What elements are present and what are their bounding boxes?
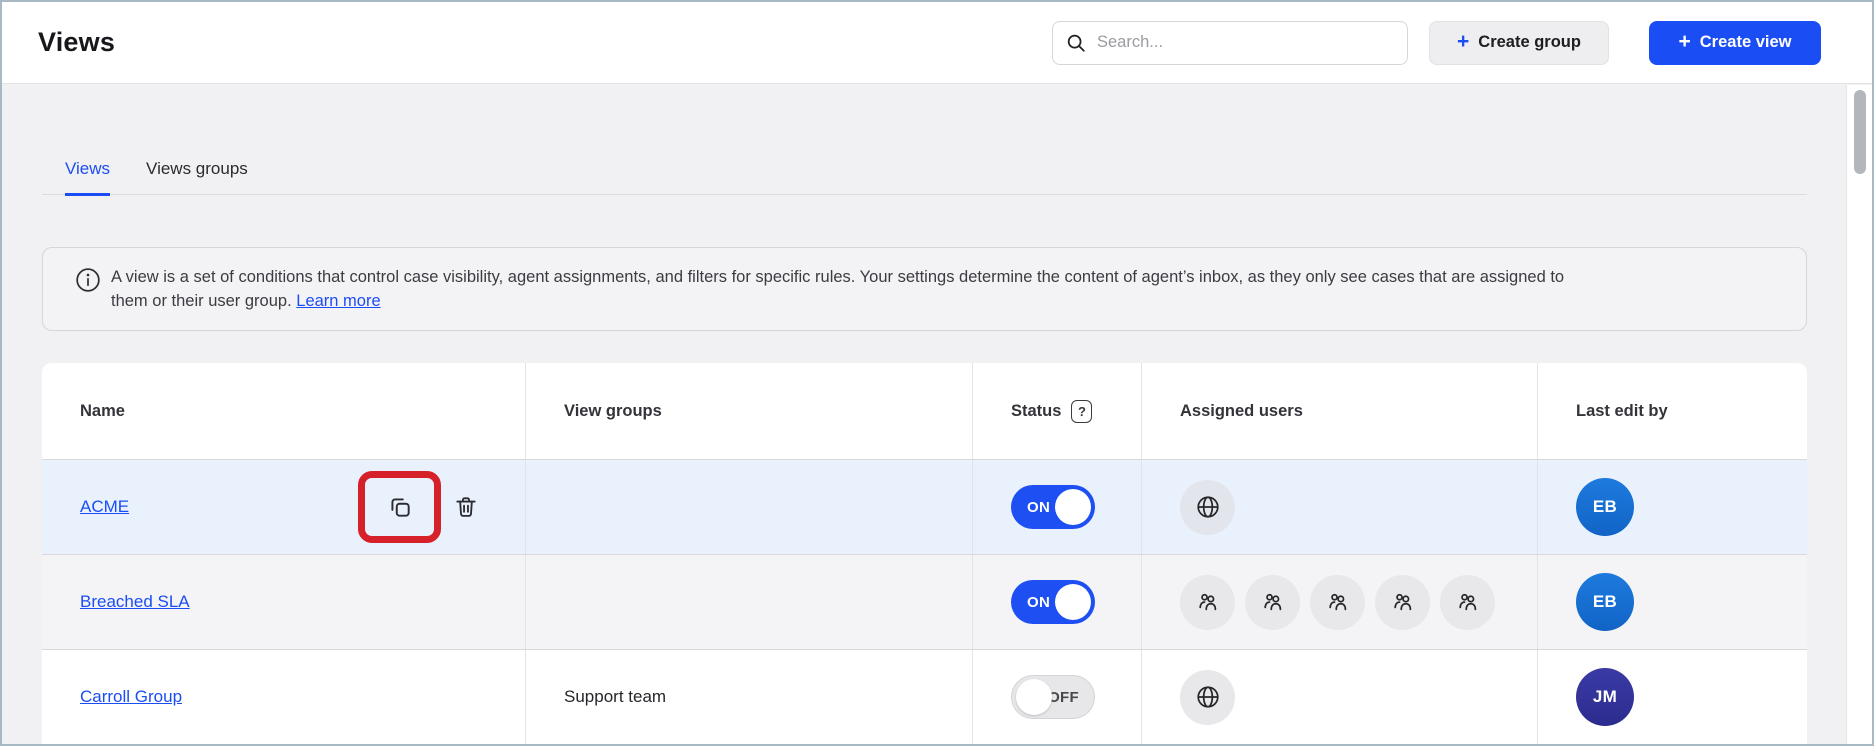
info-banner: A view is a set of conditions that contr… [42,247,1807,331]
learn-more-link[interactable]: Learn more [296,292,380,310]
name-cell: Carroll Group [42,650,525,744]
tab-bar: Views Views groups [42,84,1807,195]
delete-icon[interactable] [453,494,479,520]
last-edit-by-cell: JM [1537,650,1807,744]
all-users-globe-icon[interactable] [1180,670,1235,725]
toggle-knob [1016,679,1052,715]
view-groups-cell: Support team [525,650,972,744]
info-icon [75,267,101,293]
status-cell: ON [972,460,1141,554]
user-group-icon[interactable] [1375,575,1430,630]
red-highlight-box [358,471,441,543]
tab-views[interactable]: Views [65,159,110,196]
table-row-acme: ACME [42,459,1807,554]
name-cell: Breached SLA [42,555,525,649]
status-help-icon[interactable]: ? [1071,400,1092,423]
avatar[interactable]: EB [1576,573,1634,631]
search-icon [1065,32,1087,54]
user-group-icon[interactable] [1310,575,1365,630]
avatar[interactable]: EB [1576,478,1634,536]
search-box[interactable] [1052,21,1408,65]
view-groups-cell [525,460,972,554]
page-title: Views [38,27,115,58]
last-edit-by-cell: EB [1537,555,1807,649]
search-input[interactable] [1097,33,1395,52]
view-link-breached-sla[interactable]: Breached SLA [80,592,190,612]
status-cell: OFF [972,650,1141,744]
table-row-breached-sla: Breached SLA ON [42,554,1807,649]
table-header-row: Name View groups Status ? Assigned users… [42,363,1807,459]
status-toggle-off[interactable]: OFF [1011,675,1095,719]
status-cell: ON [972,555,1141,649]
assigned-users-cell [1141,650,1537,744]
plus-icon: + [1679,30,1691,54]
banner-text: A view is a set of conditions that contr… [111,265,1564,313]
vertical-scrollbar-thumb[interactable] [1854,90,1866,174]
all-users-globe-icon[interactable] [1180,480,1235,535]
view-link-carroll-group[interactable]: Carroll Group [80,687,182,707]
table-row-carroll-group: Carroll Group Support team OFF [42,649,1807,744]
plus-icon: + [1457,30,1469,54]
toggle-knob [1055,584,1091,620]
banner-line2: them or their user group. [111,292,292,310]
column-header-status: Status ? [972,363,1141,459]
column-header-name: Name [42,363,525,459]
content-area: Views Views groups A view is a set of co… [2,84,1872,744]
avatar[interactable]: JM [1576,668,1634,726]
view-groups-cell [525,555,972,649]
copy-icon[interactable] [387,494,413,520]
row-actions [358,471,479,543]
name-cell: ACME [42,460,525,554]
create-view-label: Create view [1700,33,1792,52]
status-toggle-on[interactable]: ON [1011,580,1095,624]
toggle-knob [1055,489,1091,525]
create-view-button[interactable]: + Create view [1649,21,1821,65]
last-edit-by-cell: EB [1537,460,1807,554]
status-toggle-on[interactable]: ON [1011,485,1095,529]
column-header-assigned-users: Assigned users [1141,363,1537,459]
tab-views-groups[interactable]: Views groups [146,159,248,194]
view-link-acme[interactable]: ACME [80,497,129,517]
vertical-scrollbar-track[interactable] [1846,85,1872,744]
create-group-button[interactable]: + Create group [1429,21,1609,65]
banner-line1: A view is a set of conditions that contr… [111,268,1564,286]
column-header-view-groups: View groups [525,363,972,459]
views-table: Name View groups Status ? Assigned users… [42,363,1807,744]
user-group-icon[interactable] [1440,575,1495,630]
topbar: Views + Create group + Create view [2,2,1872,84]
create-group-label: Create group [1478,33,1581,52]
assigned-users-cell [1141,555,1537,649]
user-group-list [1180,575,1495,630]
column-header-last-edit-by: Last edit by [1537,363,1807,459]
assigned-users-cell [1141,460,1537,554]
user-group-icon[interactable] [1245,575,1300,630]
user-group-icon[interactable] [1180,575,1235,630]
